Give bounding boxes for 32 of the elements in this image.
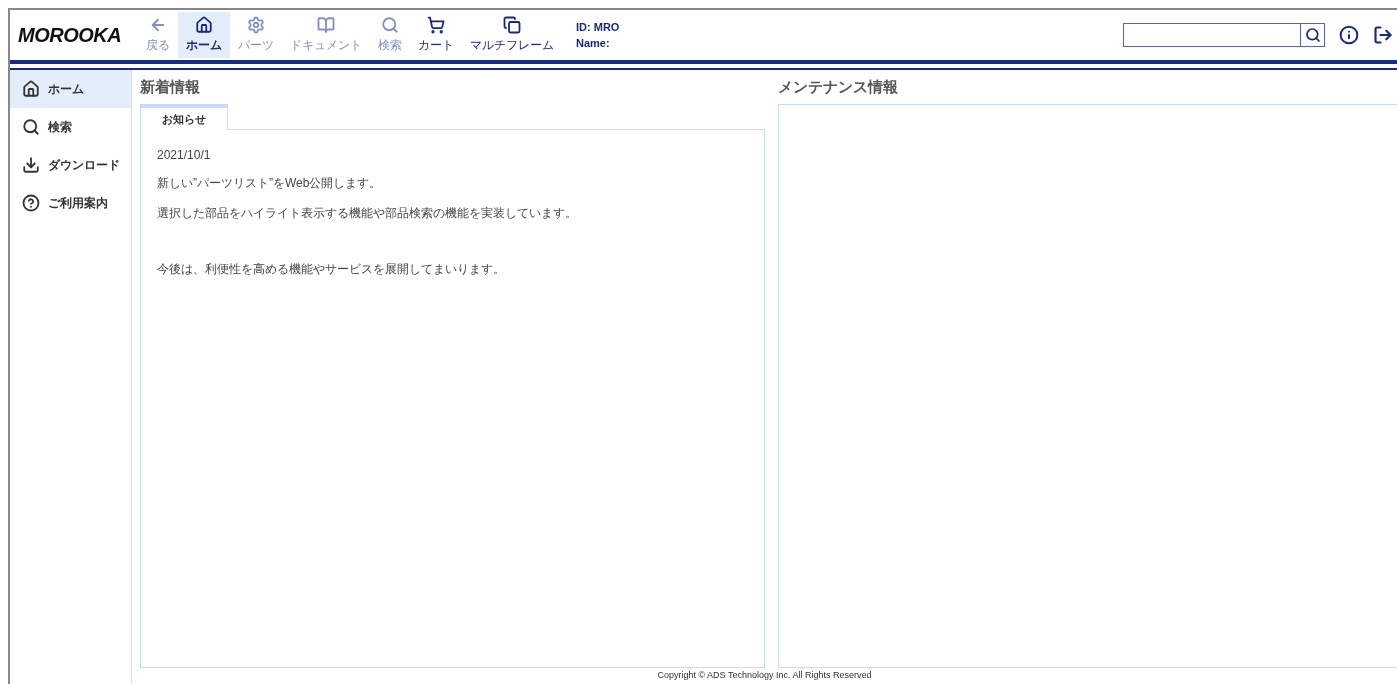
logo: MOROOKA	[17, 23, 123, 48]
tab[interactable]: お知らせ	[140, 104, 228, 130]
sidebar-item[interactable]: 検索	[10, 108, 131, 146]
copyright-text: Copyright © ADS Technology Inc. All Rights Reserved	[657, 669, 872, 683]
search-icon	[1304, 27, 1321, 43]
sidebar-item[interactable]: ご利用案内	[10, 184, 131, 222]
book-icon	[317, 16, 335, 34]
toolbar-button[interactable]: ホーム	[178, 12, 230, 58]
news-text: 今後は、利便性を高める機能やサービスを展開してまいります。	[157, 261, 506, 278]
overlapping-squares-icon	[503, 16, 521, 34]
info-icon[interactable]	[1339, 25, 1359, 45]
news-text: 選択した部品をハイライト表示する機能や部品検索の機能を実装しています。	[157, 205, 578, 222]
logout-icon[interactable]	[1373, 25, 1393, 45]
cart-icon	[427, 16, 445, 34]
search-field[interactable]	[1123, 23, 1325, 47]
toolbar-button[interactable]: マルチフレーム	[462, 12, 562, 58]
download-icon	[22, 156, 40, 174]
search-icon	[381, 16, 399, 34]
section-title: メンテナンス情報	[778, 76, 899, 97]
house-icon	[195, 16, 213, 34]
search-icon	[22, 118, 40, 136]
news-date: 2021/10/1	[157, 147, 212, 164]
sidebar-item[interactable]: ホーム	[10, 70, 131, 108]
toolbar-button[interactable]: カート	[410, 12, 462, 58]
question-circle-icon	[22, 194, 40, 212]
gear-icon	[247, 16, 265, 34]
user-name: Name:	[576, 36, 611, 51]
section-title: 新着情報	[140, 76, 201, 97]
news-text: 新しい”パーツリスト”をWeb公開します。	[157, 175, 383, 192]
user-id: ID: MRO	[576, 20, 620, 35]
sidebar-item[interactable]: ダウンロード	[10, 146, 131, 184]
house-icon	[22, 80, 40, 98]
